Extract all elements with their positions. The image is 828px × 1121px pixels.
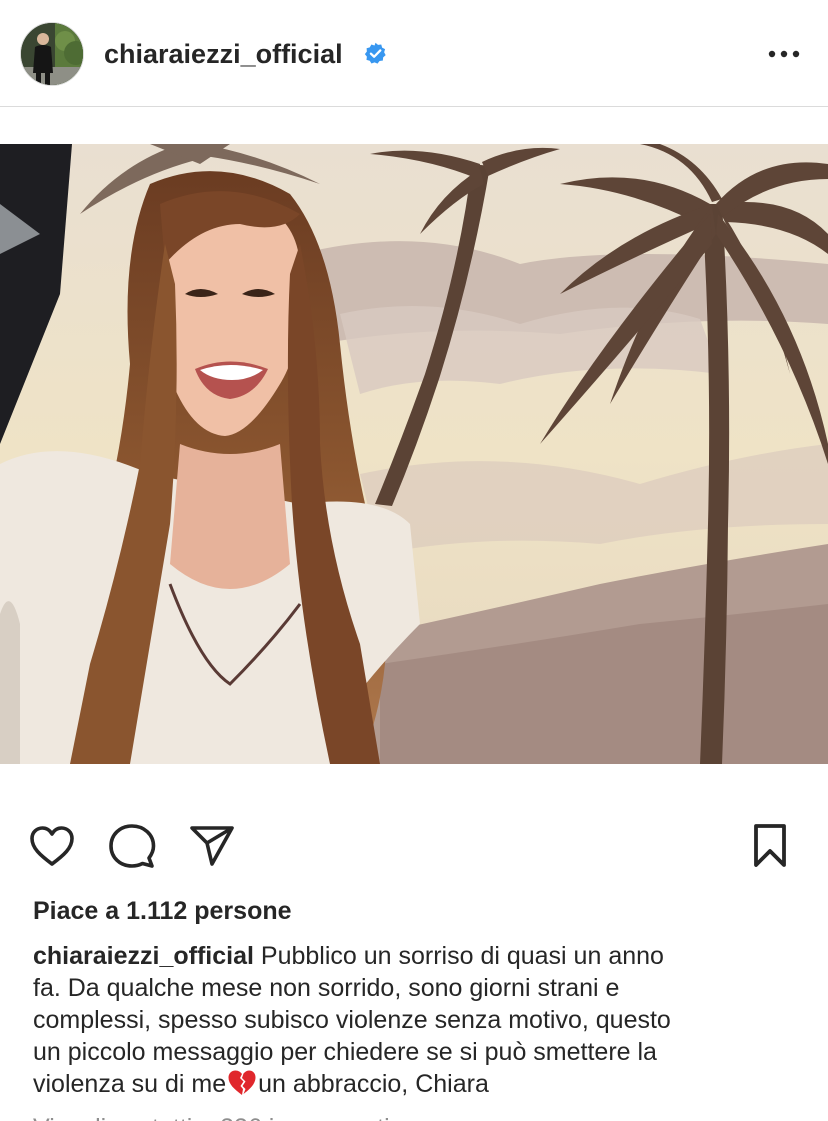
caption-line-4: un piccolo messaggio per chiedere se si … [33, 1038, 657, 1066]
likes-count[interactable]: Piace a 1.112 persone [33, 895, 292, 927]
comment-icon [109, 824, 156, 868]
post-caption: chiaraiezzi_official Pubblico un sorriso… [33, 940, 803, 1100]
heart-icon [30, 826, 74, 866]
post-header: chiaraiezzi_official [0, 0, 828, 107]
save-button[interactable] [744, 820, 796, 872]
broken-heart-icon [228, 1070, 256, 1095]
comment-button[interactable] [106, 820, 158, 872]
share-button[interactable] [186, 820, 238, 872]
verified-badge-icon [364, 42, 386, 64]
post-actions [0, 820, 828, 876]
caption-text-5b: un abbraccio, Chiara [258, 1070, 489, 1098]
caption-text-1: Pubblico un sorriso di quasi un anno [260, 942, 664, 970]
avatar-image [21, 23, 83, 85]
caption-line-3: complessi, spesso subisco violenze senza… [33, 1006, 671, 1034]
view-comments-text: Visualizza tutti e 336 i commenti [33, 1112, 493, 1121]
post-photo[interactable] [0, 144, 828, 764]
paper-plane-icon [190, 826, 234, 866]
avatar[interactable] [20, 22, 84, 86]
like-button[interactable] [26, 820, 78, 872]
caption-username[interactable]: chiaraiezzi_official [33, 942, 254, 970]
more-options-icon[interactable] [764, 38, 804, 70]
post-image [0, 144, 828, 764]
caption-text-5a: violenza su di me [33, 1070, 227, 1098]
view-comments-link[interactable]: Visualizza tutti e 336 i commenti [33, 1112, 493, 1121]
caption-line-5: violenza su di me un abbraccio, Chiara [33, 1068, 803, 1100]
post-username[interactable]: chiaraiezzi_official [104, 38, 343, 70]
caption-line-2: fa. Da qualche mese non sorrido, sono gi… [33, 974, 620, 1002]
caption-line-1: chiaraiezzi_official Pubblico un sorriso… [33, 940, 803, 972]
bookmark-icon [754, 824, 786, 867]
